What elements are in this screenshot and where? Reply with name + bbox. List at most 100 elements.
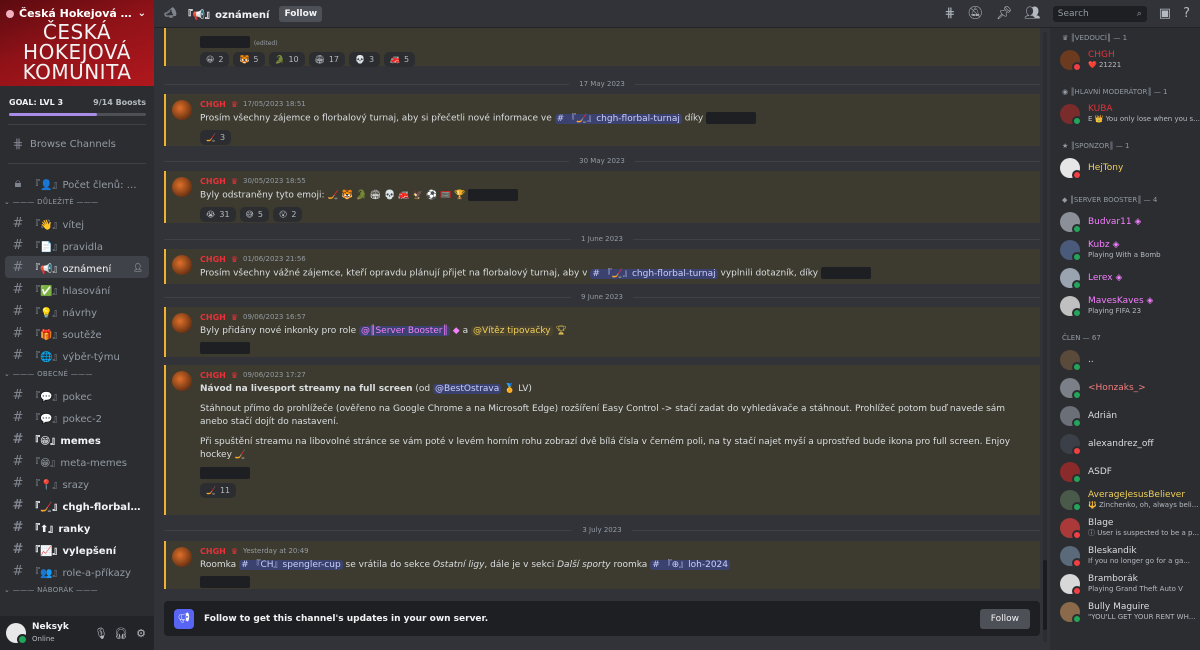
chevron-down-icon[interactable]: ⌄: [138, 8, 146, 19]
invite-icon[interactable]: 👤︎: [133, 263, 143, 272]
reaction[interactable]: 🏒 11: [200, 483, 237, 498]
member-name: Budvar11 ◈: [1088, 217, 1142, 227]
member-item[interactable]: ASDF: [1050, 458, 1200, 486]
author-name[interactable]: CHGH: [200, 100, 226, 109]
reaction[interactable]: 💀 3: [349, 52, 381, 67]
microphone-icon[interactable]: 🎙︎: [94, 627, 108, 640]
help-icon[interactable]: ?: [1183, 6, 1190, 21]
sidebar-channel[interactable]: # 『📄』pravidla: [5, 234, 149, 256]
crown-icon: ♛: [230, 99, 238, 109]
server-banner[interactable]: Česká Hokejová Komunita ⌄ ČESKÁ HOKEJOVÁ…: [0, 0, 154, 86]
member-item[interactable]: Lerex ◈: [1050, 264, 1200, 292]
reaction[interactable]: 🐊 10: [268, 52, 305, 67]
reaction[interactable]: 🏟 17: [308, 52, 345, 67]
sidebar-channel[interactable]: # 『💬』pokec-2: [5, 406, 149, 428]
reaction[interactable]: 🐯 5: [233, 52, 265, 67]
avatar[interactable]: [6, 623, 28, 645]
author-name[interactable]: CHGH: [200, 255, 226, 264]
member-item[interactable]: Bully Maguire "YOU'LL GET YOUR RENT WH...: [1050, 598, 1200, 626]
avatar[interactable]: [172, 547, 192, 567]
headphones-icon[interactable]: 🎧︎: [114, 627, 128, 640]
scrollbar-thumb[interactable]: [1043, 560, 1047, 630]
sidebar-channel[interactable]: # 『👥』role-a-příkazy: [5, 560, 149, 582]
author-name[interactable]: CHGH: [200, 177, 226, 186]
threads-icon[interactable]: ⋕: [944, 6, 955, 21]
member-item[interactable]: Adrián: [1050, 402, 1200, 430]
author-name[interactable]: CHGH: [200, 371, 226, 380]
channel-mention[interactable]: # 『⊕』loh-2024: [650, 560, 731, 570]
sidebar-channel[interactable]: # 『💡』návrhy: [5, 300, 149, 322]
gear-icon[interactable]: ⚙: [134, 627, 148, 640]
scrollbar[interactable]: [1043, 32, 1047, 642]
channel-mention[interactable]: # 『🏒』chgh-florbal-turnaj: [554, 113, 682, 124]
sidebar-channel[interactable]: # 『📈』vylepšení: [5, 538, 149, 560]
sidebar-channel[interactable]: # 『📢』oznámení 👤︎: [5, 256, 149, 278]
member-item[interactable]: Budvar11 ◈: [1050, 208, 1200, 236]
member-item[interactable]: Bramborák Playing Grand Theft Auto V: [1050, 570, 1200, 598]
member-item[interactable]: KUBA E 👑 You only lose when you s...: [1050, 100, 1200, 128]
channel-mention[interactable]: # 『🏒』chgh-florbal-turnaj: [590, 268, 718, 279]
avatar[interactable]: [172, 100, 192, 120]
member-item[interactable]: Blage ⓘ User is suspected to be a p...: [1050, 514, 1200, 542]
role-mention[interactable]: @Vítěz tipovačky: [470, 326, 553, 336]
member-item[interactable]: alexandrez_off: [1050, 430, 1200, 458]
member-item[interactable]: Bleskandik If you no longer go for a ga..…: [1050, 542, 1200, 570]
member-activity: E 👑 You only lose when you s...: [1088, 115, 1200, 123]
pin-icon[interactable]: 📌︎: [996, 6, 1013, 21]
reaction[interactable]: 🏒 3: [200, 129, 232, 145]
member-item[interactable]: HejTony: [1050, 154, 1200, 182]
user-mention[interactable]: @BestOstrava: [432, 384, 502, 394]
category-general[interactable]: ⌄ ——— OBECNÉ ———: [0, 366, 154, 384]
avatar[interactable]: [172, 313, 192, 333]
sidebar-channel[interactable]: # 『📍』srazy: [5, 472, 149, 494]
avatar[interactable]: [172, 255, 192, 275]
author-name[interactable]: CHGH: [200, 313, 226, 322]
author-name[interactable]: CHGH: [200, 547, 226, 556]
member-item[interactable]: MavesKaves ◈ Playing FIFA 23: [1050, 292, 1200, 320]
sidebar-channel[interactable]: # 『💬』pokec: [5, 384, 149, 406]
channel-mention[interactable]: # 『CH』spengler-cup: [239, 560, 343, 570]
follow-button[interactable]: Follow: [979, 608, 1030, 629]
reaction[interactable]: 😮 2: [272, 206, 303, 222]
inbox-icon[interactable]: ▣: [1159, 6, 1171, 21]
sidebar-channel[interactable]: # 『👋』vítej: [5, 212, 149, 234]
notification-bell-muted-icon[interactable]: 🔕︎: [967, 6, 984, 21]
sidebar-channel[interactable]: # 『😁』memes: [5, 428, 149, 450]
member-item[interactable]: ..: [1050, 346, 1200, 374]
sidebar-channel[interactable]: # 『🎁』soutěže: [5, 322, 149, 344]
category-third[interactable]: ⌄ ——— NÁBORÁK ———: [0, 582, 154, 600]
avatar: [1060, 546, 1082, 568]
sidebar-channel[interactable]: # 『😁』meta-memes: [5, 450, 149, 472]
search-icon: ⌕: [1136, 8, 1142, 19]
rules-icon: #: [12, 237, 24, 253]
browse-channels[interactable]: ⋕ Browse Channels: [5, 133, 149, 155]
avatar[interactable]: [172, 177, 192, 197]
category-important[interactable]: ⌄ ——— DŮLEŽITÉ ———: [0, 194, 154, 212]
avatar: [1060, 212, 1082, 234]
user-panel: Neksyk Online 🎙︎ 🎧︎ ⚙: [0, 616, 154, 650]
member-name: MavesKaves ◈: [1088, 296, 1154, 306]
sidebar-channel[interactable]: # 『✅』hlasování: [5, 278, 149, 300]
follow-header-button[interactable]: Follow: [279, 5, 323, 22]
reaction[interactable]: 😀 2: [200, 52, 230, 67]
role-mention[interactable]: @║Server Booster║: [359, 326, 450, 336]
sidebar-channel[interactable]: # 『🌐』výběr-týmu: [5, 344, 149, 366]
member-item[interactable]: Kubz ◈ Playing With a Bomb: [1050, 236, 1200, 264]
member-item[interactable]: CHGH ❤️ 21221: [1050, 46, 1200, 74]
search-input[interactable]: Search ⌕: [1052, 5, 1147, 22]
member-item[interactable]: AverageJesusBeliever 🔱 Zinchenko, oh, alw…: [1050, 486, 1200, 514]
emoji-list-icon: 🏒 🐯 🐊 🏟 💀 🚒 🦅 ⚽ 🥅 🏆: [327, 190, 466, 201]
avatar[interactable]: [172, 371, 192, 391]
avatar: [1060, 50, 1082, 72]
reaction[interactable]: 🚒 5: [384, 52, 416, 67]
member-list-icon[interactable]: 👥︎: [1024, 6, 1041, 21]
reaction[interactable]: 😅 5: [239, 206, 269, 222]
member-count-channel[interactable]: 🔒︎ 『👤』Počet členů: 761: [5, 172, 149, 194]
avatar: [1060, 268, 1082, 290]
sidebar-channel[interactable]: #『🏒』chgh-florbal-tur...: [5, 494, 149, 516]
boost-goal[interactable]: GOAL: LVL 3 9/14 Boosts: [0, 86, 154, 122]
reaction[interactable]: 😭 31: [200, 206, 236, 222]
server-header[interactable]: Česká Hokejová Komunita ⌄: [6, 7, 146, 20]
member-item[interactable]: <Honzaks_>: [1050, 374, 1200, 402]
sidebar-channel[interactable]: # 『⬆』ranky: [5, 516, 149, 538]
